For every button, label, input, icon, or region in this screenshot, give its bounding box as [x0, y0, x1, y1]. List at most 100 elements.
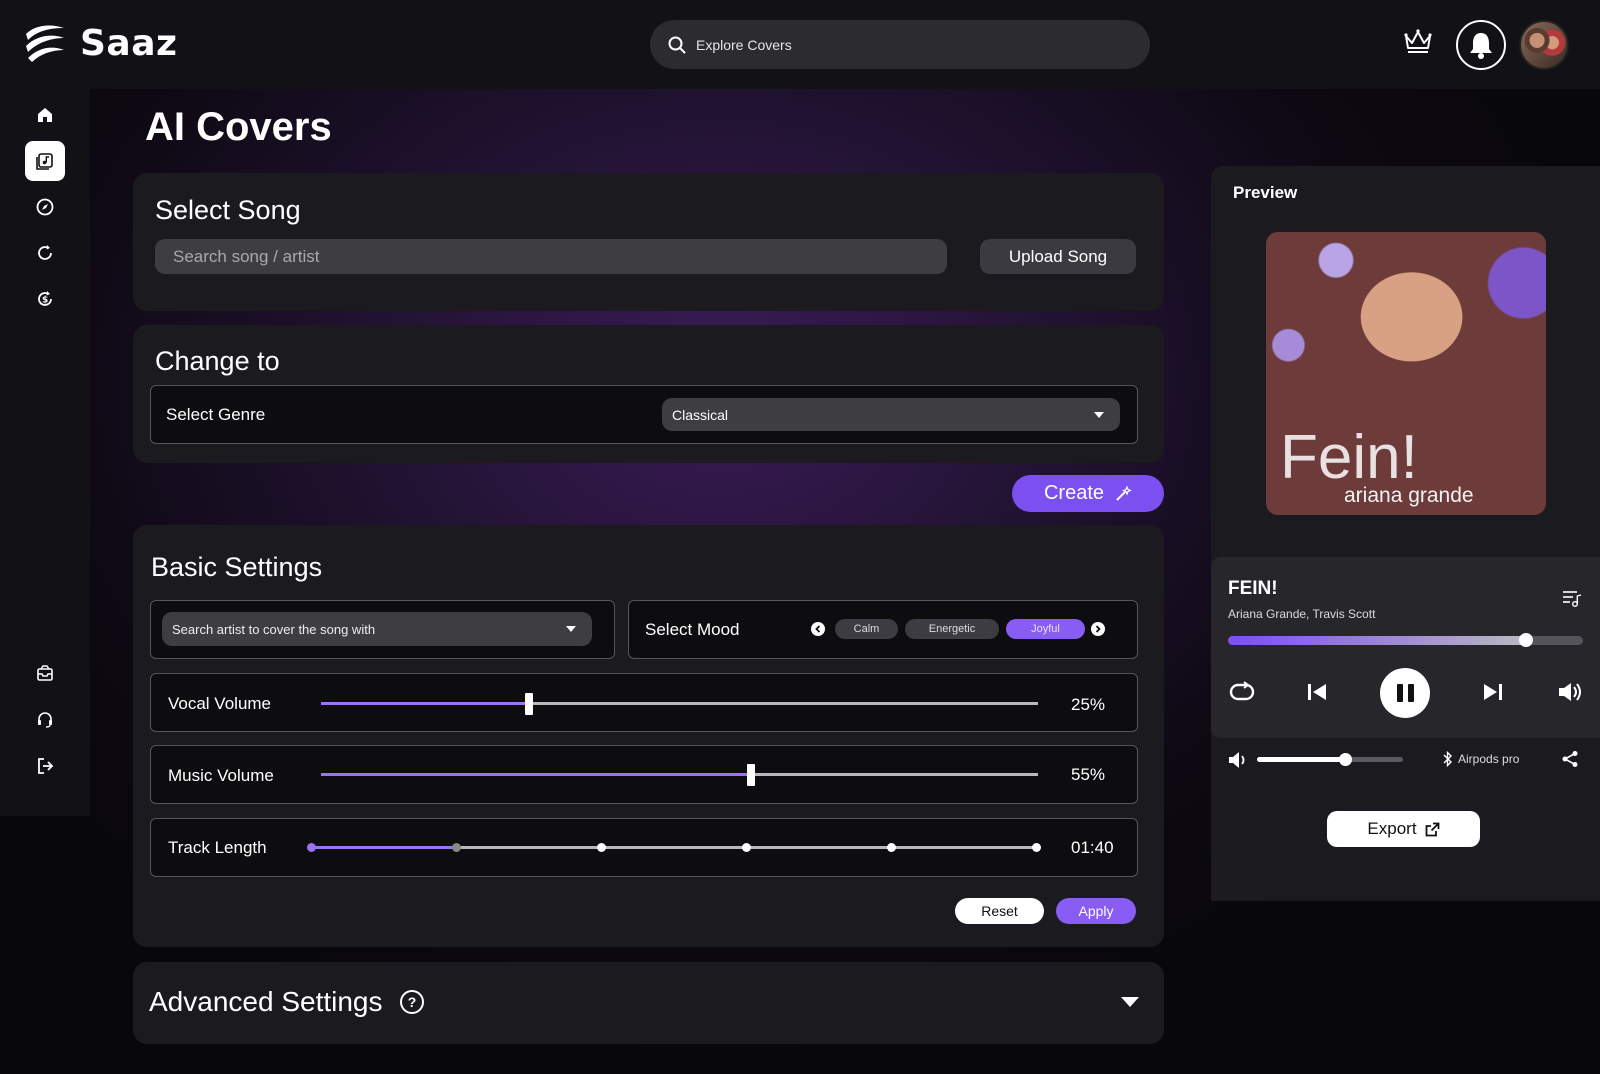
track-length-label: Track Length — [168, 838, 267, 857]
mood-label: Select Mood — [645, 620, 740, 639]
premium-crown-icon[interactable] — [1403, 28, 1433, 59]
mood-next-button[interactable] — [1091, 622, 1105, 636]
queue-button[interactable] — [1561, 589, 1583, 609]
artist-select-value: Search artist to cover the song with — [172, 621, 376, 637]
compass-icon — [36, 198, 54, 216]
song-search-input[interactable] — [155, 239, 947, 274]
repeat-icon — [1229, 681, 1255, 701]
sidebar-item-pricing[interactable]: $ — [25, 279, 65, 319]
artist-select[interactable]: Search artist to cover the song with — [162, 612, 592, 646]
reset-button[interactable]: Reset — [955, 898, 1044, 924]
skip-forward-icon — [1484, 684, 1502, 700]
track-length-step[interactable] — [887, 843, 896, 852]
chevron-down-icon — [1094, 411, 1104, 418]
playlist-icon — [1563, 591, 1582, 607]
bell-icon — [1470, 33, 1492, 59]
explore-search[interactable] — [650, 20, 1150, 69]
app-logo[interactable]: Saaz — [22, 22, 177, 64]
sidebar-item-history[interactable] — [25, 233, 65, 273]
next-track-button[interactable] — [1482, 682, 1504, 702]
sidebar-item-explore[interactable] — [25, 187, 65, 227]
basic-settings-card — [133, 525, 1164, 947]
album-cover-art: Fein! ariana grande — [1266, 232, 1546, 515]
apply-button[interactable]: Apply — [1056, 898, 1136, 924]
music-library-icon — [36, 153, 53, 170]
app-name: Saaz — [80, 22, 178, 64]
help-icon[interactable]: ? — [400, 990, 424, 1014]
home-icon — [38, 108, 52, 122]
genre-select-value: Classical — [672, 406, 729, 423]
vocal-volume-thumb[interactable] — [524, 693, 533, 715]
genre-select[interactable]: Classical — [662, 398, 1120, 431]
page-title: AI Covers — [145, 105, 332, 149]
share-icon — [1562, 751, 1578, 767]
export-button[interactable]: Export — [1327, 811, 1480, 847]
mood-chip-calm[interactable]: Calm — [835, 619, 898, 639]
search-icon — [668, 36, 686, 53]
playback-progress[interactable] — [1228, 633, 1583, 647]
speaker-button[interactable] — [1557, 681, 1583, 703]
cover-title: Fein! — [1280, 423, 1418, 492]
create-button[interactable]: Create — [1012, 475, 1164, 512]
chevron-down-icon[interactable] — [1121, 997, 1139, 1007]
previous-track-button[interactable] — [1306, 682, 1328, 702]
playback-progress-fill — [1228, 636, 1527, 645]
sidebar-item-support[interactable] — [25, 700, 65, 740]
track-length-step[interactable] — [307, 843, 316, 852]
advanced-settings-title: Advanced Settings — [149, 986, 383, 1017]
notifications-button[interactable] — [1456, 20, 1506, 70]
music-volume-fill — [321, 773, 752, 776]
track-title: FEIN! — [1228, 578, 1278, 599]
magic-wand-icon — [1116, 484, 1133, 501]
bluetooth-icon — [1443, 751, 1452, 767]
vocal-volume-slider[interactable] — [321, 693, 1038, 715]
repeat-button[interactable] — [1228, 680, 1256, 704]
mood-chip-energetic[interactable]: Energetic — [905, 619, 999, 639]
music-volume-value: 55% — [1071, 765, 1106, 784]
track-length-step[interactable] — [742, 843, 751, 852]
playback-progress-thumb[interactable] — [1519, 633, 1534, 647]
mute-button[interactable] — [1228, 751, 1248, 769]
user-avatar[interactable] — [1519, 20, 1569, 70]
preview-label: Preview — [1233, 183, 1298, 202]
svg-text:$: $ — [42, 296, 48, 306]
saaz-logo-icon — [26, 25, 64, 62]
currency-icon: $ — [38, 291, 52, 306]
music-volume-thumb[interactable] — [747, 764, 756, 786]
music-volume-slider[interactable] — [321, 764, 1038, 786]
cover-artist: ariana grande — [1344, 484, 1474, 507]
export-button-label: Export — [1367, 819, 1417, 838]
track-artists: Ariana Grande, Travis Scott — [1228, 607, 1376, 621]
sidebar-item-home[interactable] — [25, 95, 65, 135]
output-device-name: Airpods pro — [1458, 752, 1520, 766]
logout-icon — [38, 758, 54, 774]
create-button-label: Create — [1043, 482, 1105, 504]
volume-fill — [1257, 757, 1345, 762]
mood-prev-button[interactable] — [811, 622, 825, 636]
basic-settings-title: Basic Settings — [151, 552, 323, 582]
sidebar-item-ai-covers[interactable] — [25, 141, 65, 181]
track-length-step[interactable] — [597, 843, 606, 852]
select-song-title: Select Song — [155, 195, 301, 225]
output-device[interactable]: Airpods pro — [1443, 751, 1519, 767]
volume-slider[interactable] — [1257, 753, 1403, 766]
share-button[interactable] — [1561, 750, 1579, 768]
vocal-volume-label: Vocal Volume — [168, 694, 272, 713]
sidebar-item-inbox[interactable] — [25, 654, 65, 694]
skip-back-icon — [1308, 684, 1326, 700]
chevron-down-icon — [566, 626, 576, 632]
upload-song-button[interactable]: Upload Song — [980, 239, 1136, 274]
sidebar-item-logout[interactable] — [25, 746, 65, 786]
volume-thumb[interactable] — [1338, 753, 1352, 766]
mood-chip-joyful[interactable]: Joyful — [1006, 619, 1085, 639]
refresh-icon — [38, 245, 52, 260]
genre-label: Select Genre — [166, 405, 266, 424]
track-length-slider[interactable] — [307, 843, 1041, 852]
music-volume-label: Music Volume — [168, 766, 274, 785]
pause-button[interactable] — [1380, 668, 1430, 718]
explore-search-input[interactable] — [696, 36, 1096, 53]
track-length-step[interactable] — [452, 843, 461, 852]
top-bar: Saaz — [0, 0, 1600, 89]
track-length-step[interactable] — [1032, 843, 1041, 852]
vocal-volume-value: 25% — [1071, 695, 1106, 714]
